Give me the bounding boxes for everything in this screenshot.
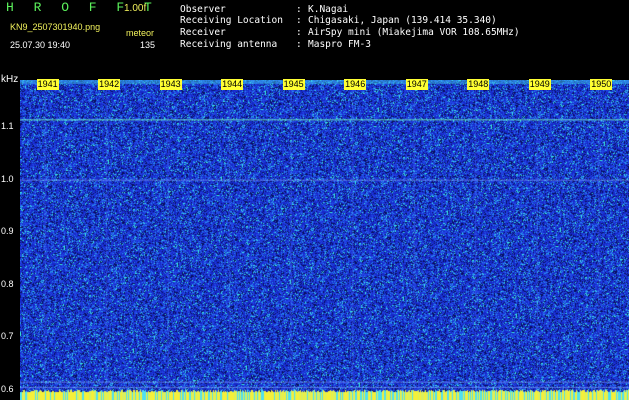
x-tick-label: 1948: [467, 79, 490, 90]
x-tick-label: 1949: [528, 79, 551, 90]
y-tick-label: 0.6: [1, 383, 14, 394]
x-tick-label: 1941: [36, 79, 59, 90]
y-tick-label: 0.9: [1, 226, 14, 237]
filename-label: KN9_2507301940.png: [10, 22, 101, 32]
info-observer-value: K.Nagai: [308, 4, 349, 15]
info-receiver-label: Receiver: [180, 27, 226, 38]
info-sep: :: [296, 4, 302, 15]
version-label: 1.00f: [124, 3, 147, 14]
info-sep: :: [296, 27, 302, 38]
info-sep: :: [296, 39, 302, 50]
info-location-label: Receiving Location: [180, 15, 283, 26]
spectrogram-plot: [20, 80, 629, 400]
info-antenna-label: Receiving antenna: [180, 39, 278, 50]
info-receiver-value: AirSpy mini (Miakejima VOR 108.65MHz): [308, 27, 520, 38]
mode-label: meteor: [126, 28, 155, 38]
y-axis-unit-label: kHz: [1, 74, 19, 85]
x-tick-label: 1950: [590, 79, 613, 90]
x-tick-label: 1945: [282, 79, 305, 90]
info-antenna-value: Maspro FM-3: [308, 39, 371, 50]
y-tick-label: 1.0: [1, 173, 14, 184]
x-tick-label: 1943: [159, 79, 182, 90]
x-tick-label: 1944: [221, 79, 244, 90]
x-tick-label: 1942: [98, 79, 121, 90]
datetime-label: 25.07.30 19:40: [10, 40, 71, 50]
x-tick-label: 1946: [344, 79, 367, 90]
count-label: 135: [140, 40, 156, 50]
info-sep: :: [296, 15, 302, 26]
info-observer-label: Observer: [180, 4, 226, 15]
info-location-value: Chigasaki, Japan (139.414 35.340): [308, 15, 497, 26]
y-tick-label: 1.1: [1, 121, 14, 132]
y-tick-label: 0.8: [1, 278, 14, 289]
x-tick-label: 1947: [405, 79, 428, 90]
y-tick-label: 0.7: [1, 331, 14, 342]
